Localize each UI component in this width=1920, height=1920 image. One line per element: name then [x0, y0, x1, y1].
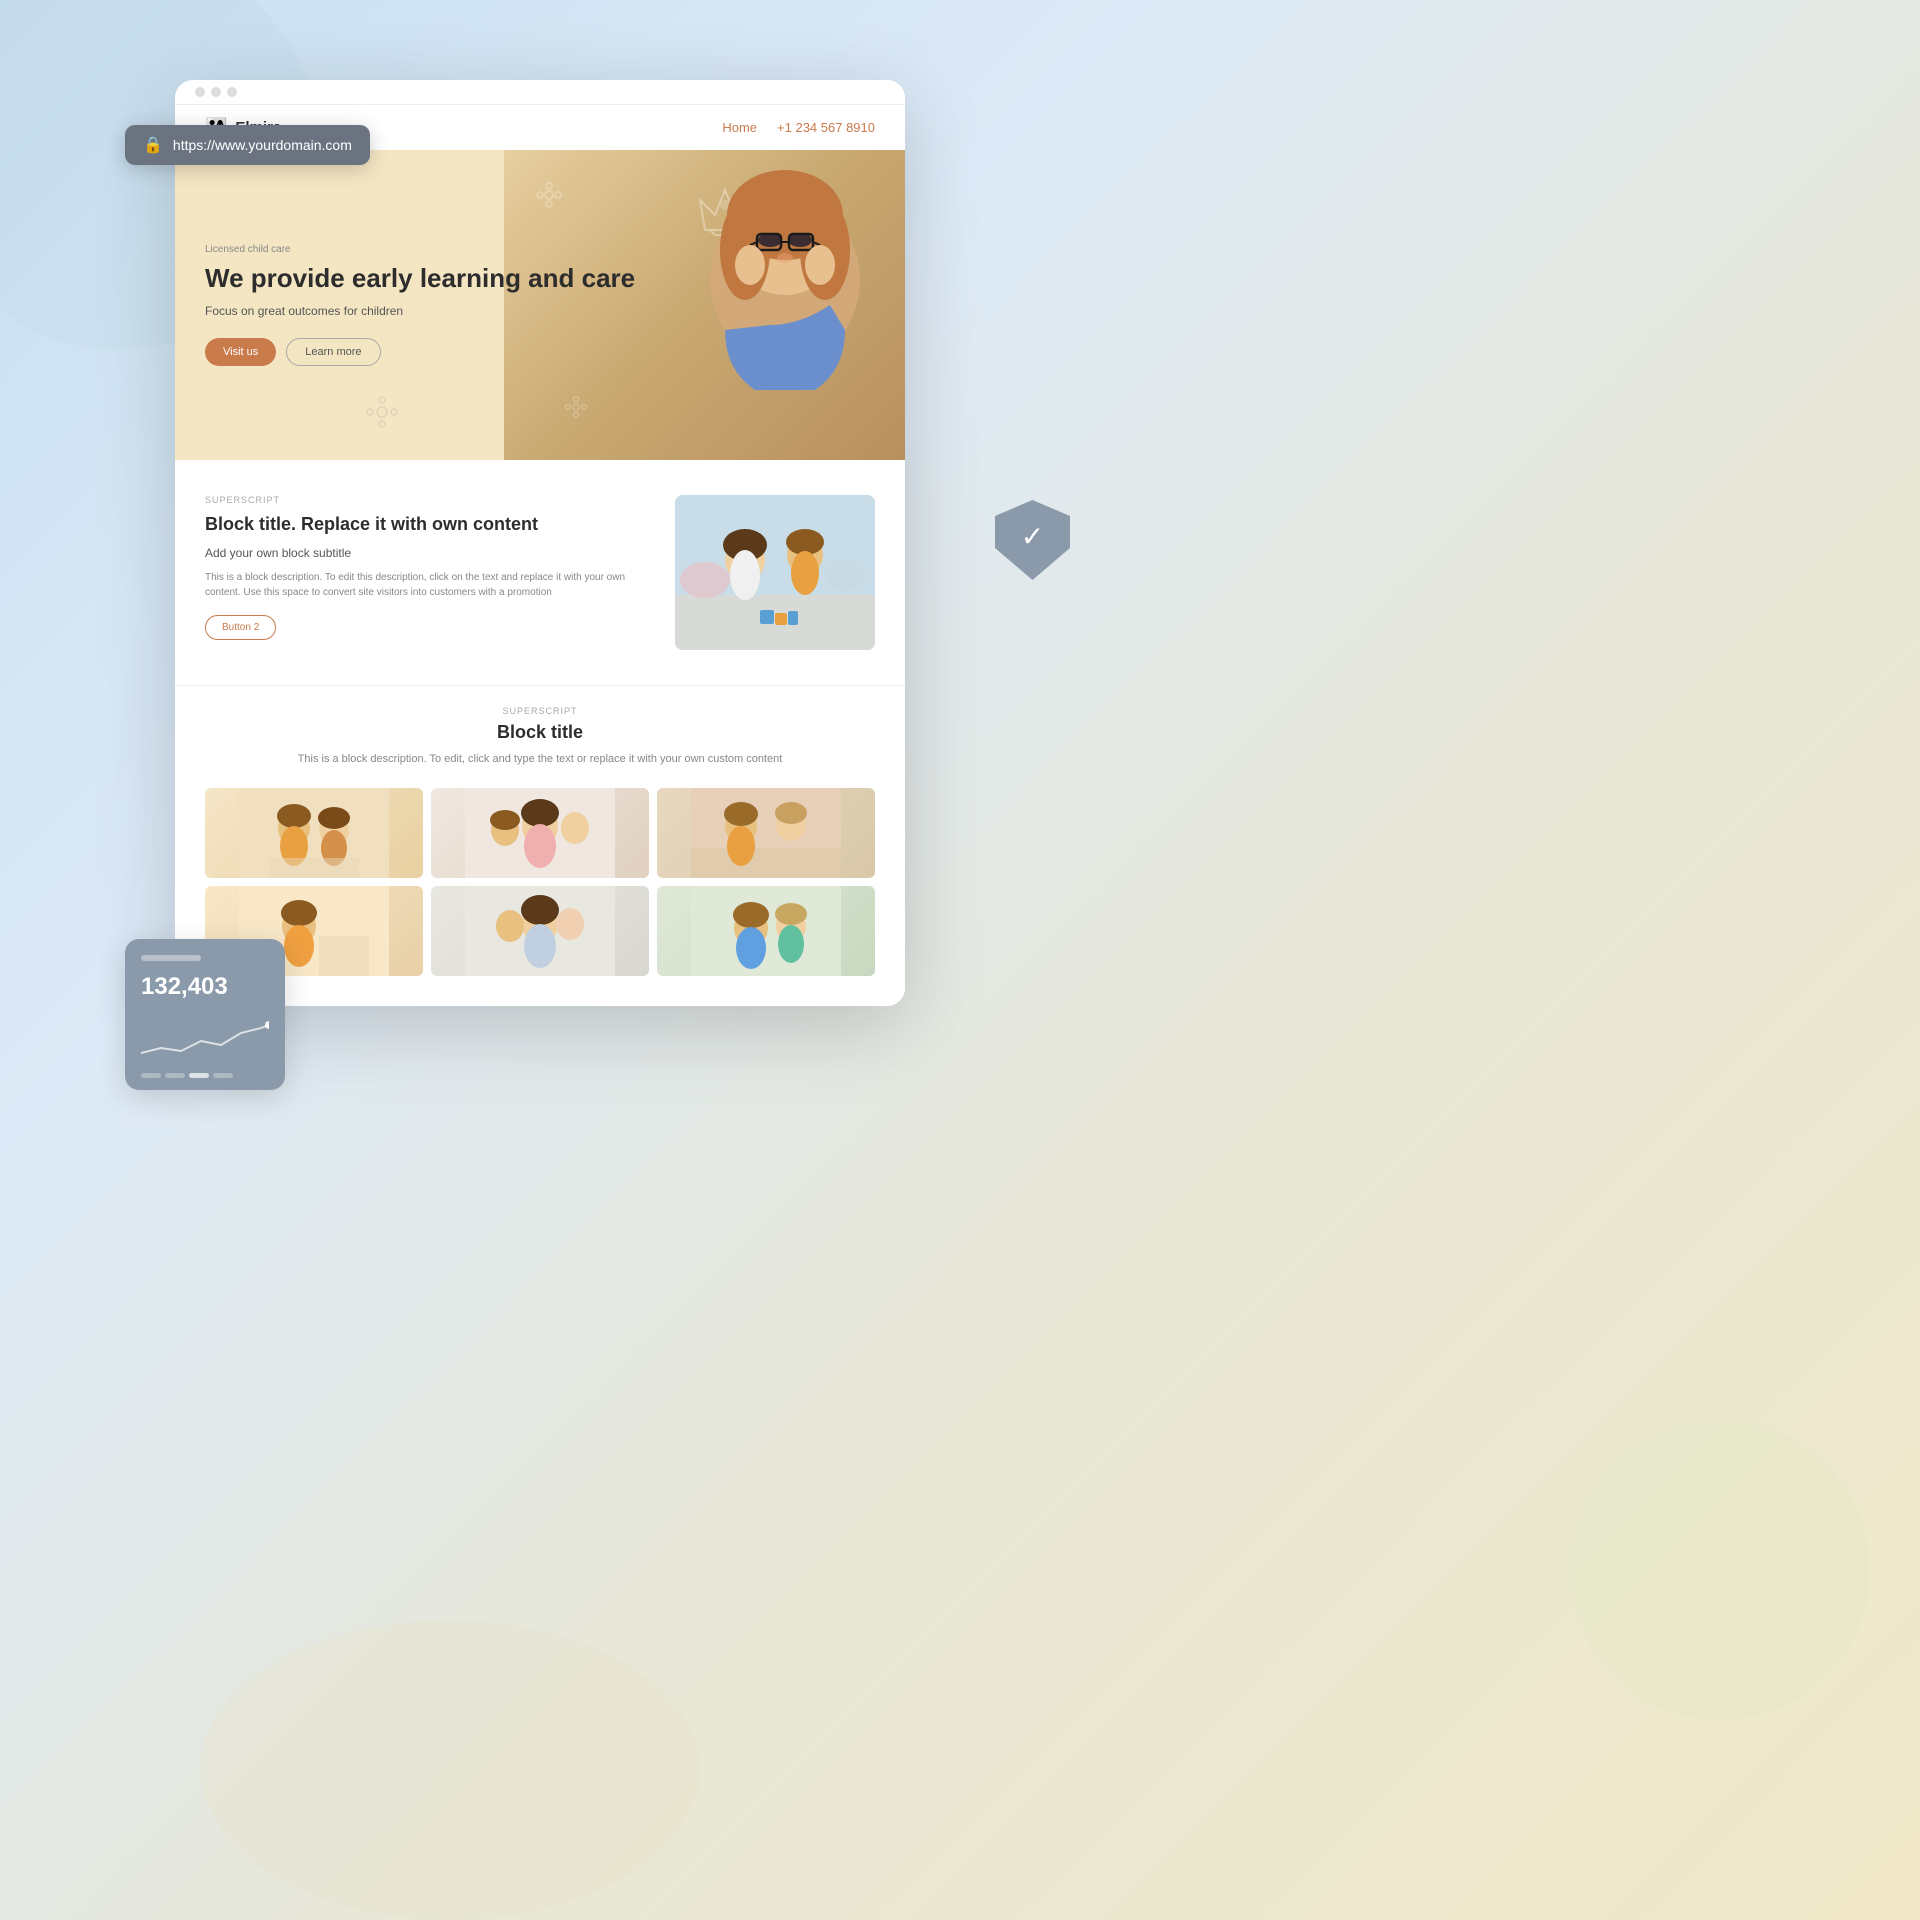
browser-dot-3 [227, 87, 237, 97]
gallery-grid [205, 788, 875, 976]
lock-icon: 🔒 [143, 135, 163, 155]
nav-home[interactable]: Home [722, 120, 757, 135]
url-bar[interactable]: 🔒 https://www.yourdomain.com [125, 125, 370, 165]
content-image [675, 495, 875, 650]
gallery-img-2 [431, 788, 649, 878]
gallery-item-5[interactable] [431, 886, 649, 976]
hero-subtitle: Focus on great outcomes for children [205, 304, 875, 318]
gallery-img-3 [657, 788, 875, 878]
stats-footer [141, 1073, 269, 1078]
gallery-item-1[interactable] [205, 788, 423, 878]
gallery-img-1 [205, 788, 423, 878]
stats-card: 132,403 [125, 939, 285, 1090]
content-desc: This is a block description. To edit thi… [205, 570, 645, 600]
hero-content: Licensed child care We provide early lea… [175, 204, 905, 406]
nav-phone: +1 234 567 8910 [777, 120, 875, 135]
browser-window: 👨‍👩‍👧 Elmira Home +1 234 567 8910 Licens… [175, 80, 905, 1006]
shield-shape: ✓ [995, 500, 1070, 580]
content-subtitle: Add your own block subtitle [205, 546, 645, 560]
gallery-desc: This is a block description. To edit, cl… [205, 751, 875, 768]
visit-us-button[interactable]: Visit us [205, 338, 276, 366]
content-title: Block title. Replace it with own content [205, 513, 645, 536]
stats-number: 132,403 [141, 973, 269, 1001]
gallery-item-2[interactable] [431, 788, 649, 878]
kids-playing-image [675, 495, 875, 650]
stats-dot-2 [165, 1073, 185, 1078]
stats-dot-1 [141, 1073, 161, 1078]
nav-links: Home +1 234 567 8910 [722, 120, 875, 135]
browser-dot-1 [195, 87, 205, 97]
hero-title: We provide early learning and care [205, 263, 875, 294]
shield-check-icon: ✓ [1021, 520, 1044, 553]
url-text: https://www.yourdomain.com [173, 137, 352, 153]
browser-dots [195, 87, 237, 97]
hero-section: Licensed child care We provide early lea… [175, 150, 905, 460]
gallery-item-3[interactable] [657, 788, 875, 878]
stats-chart [141, 1013, 269, 1063]
hero-buttons: Visit us Learn more [205, 338, 875, 366]
gallery-img-6 [657, 886, 875, 976]
gallery-item-6[interactable] [657, 886, 875, 976]
browser-dot-2 [211, 87, 221, 97]
browser-nav-bar [175, 80, 905, 105]
content-button[interactable]: Button 2 [205, 615, 276, 640]
shield-badge: ✓ [995, 500, 1070, 575]
content-section: Superscript Block title. Replace it with… [175, 460, 905, 685]
stats-dot-4 [213, 1073, 233, 1078]
kids-playing-svg [675, 495, 875, 650]
gallery-superscript: Superscript [205, 706, 875, 716]
content-text: Superscript Block title. Replace it with… [205, 495, 645, 640]
learn-more-button[interactable]: Learn more [286, 338, 380, 366]
content-superscript: Superscript [205, 495, 645, 505]
gallery-img-5 [431, 886, 649, 976]
bg-blob-2 [1570, 1420, 1870, 1720]
gallery-title: Block title [205, 722, 875, 743]
bg-blob-3 [200, 1620, 700, 1920]
hero-label: Licensed child care [205, 244, 875, 255]
stats-dot-3 [189, 1073, 209, 1078]
stats-bar [141, 955, 201, 961]
